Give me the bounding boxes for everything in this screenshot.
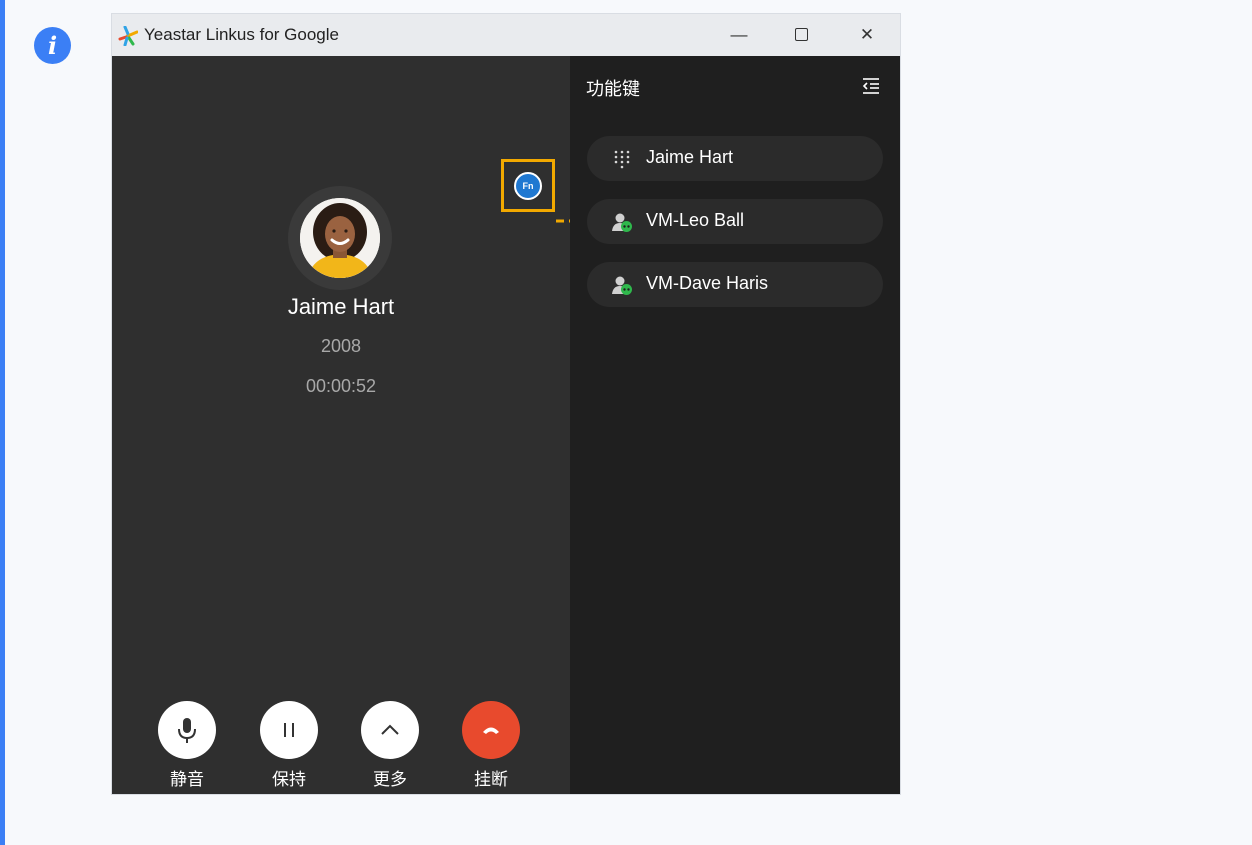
function-keys-pane: 功能键 Jaime Hart VM-Leo Ball VM-Dave Haris [570,56,900,794]
contact-online-icon [612,276,632,295]
collapse-panel-icon[interactable] [862,78,880,94]
function-keys-title: 功能键 [586,79,640,99]
caller-avatar [300,198,380,278]
call-pane: Jaime Hart 2008 00:00:52 Fn 静音 保持 更多 挂断 [112,56,608,794]
linkus-window: Yeastar Linkus for Google — ✕ Jaime Hart [112,14,900,794]
hangup-button[interactable] [462,701,520,759]
note-left-border [0,0,5,845]
function-key-item[interactable]: VM-Leo Ball [587,199,883,244]
minimize-button[interactable]: — [716,14,762,56]
caller-photo [300,198,380,278]
call-duration: 00:00:52 [305,376,377,396]
close-button[interactable]: ✕ [844,14,890,56]
hold-label: 保持 [272,770,306,789]
more-label: 更多 [373,770,407,789]
maximize-icon [794,27,808,41]
function-key-item[interactable]: Jaime Hart [587,136,883,181]
more-control: 更多 [361,701,419,790]
fn-highlight-box: Fn [501,159,555,212]
dialpad-icon [614,150,630,169]
microphone-icon [178,718,196,743]
mute-control: 静音 [158,701,216,790]
mute-button[interactable] [158,701,216,759]
maximize-button[interactable] [778,14,824,56]
hold-control: 保持 [260,701,318,790]
hang-up-icon [483,727,499,734]
hangup-label: 挂断 [474,770,508,789]
contact-online-icon [612,213,632,232]
caller-extension: 2008 [320,336,362,356]
function-key-label: VM-Dave Haris [646,273,769,293]
function-key-label: VM-Leo Ball [646,210,745,230]
window-title: Yeastar Linkus for Google [144,25,339,44]
hangup-control: 挂断 [462,701,520,790]
caller-name: Jaime Hart [287,294,395,319]
title-bar: Yeastar Linkus for Google — ✕ [112,14,900,56]
mute-label: 静音 [170,770,204,789]
pause-icon [284,723,294,737]
hold-button[interactable] [260,701,318,759]
function-keys-button[interactable]: Fn [514,172,542,200]
function-key-item[interactable]: VM-Dave Haris [587,262,883,307]
info-icon: i [34,27,71,64]
chevron-up-icon [381,724,399,735]
yeastar-logo-icon [118,26,138,46]
avatar-ring [288,186,392,290]
function-key-label: Jaime Hart [646,147,734,167]
more-button[interactable] [361,701,419,759]
